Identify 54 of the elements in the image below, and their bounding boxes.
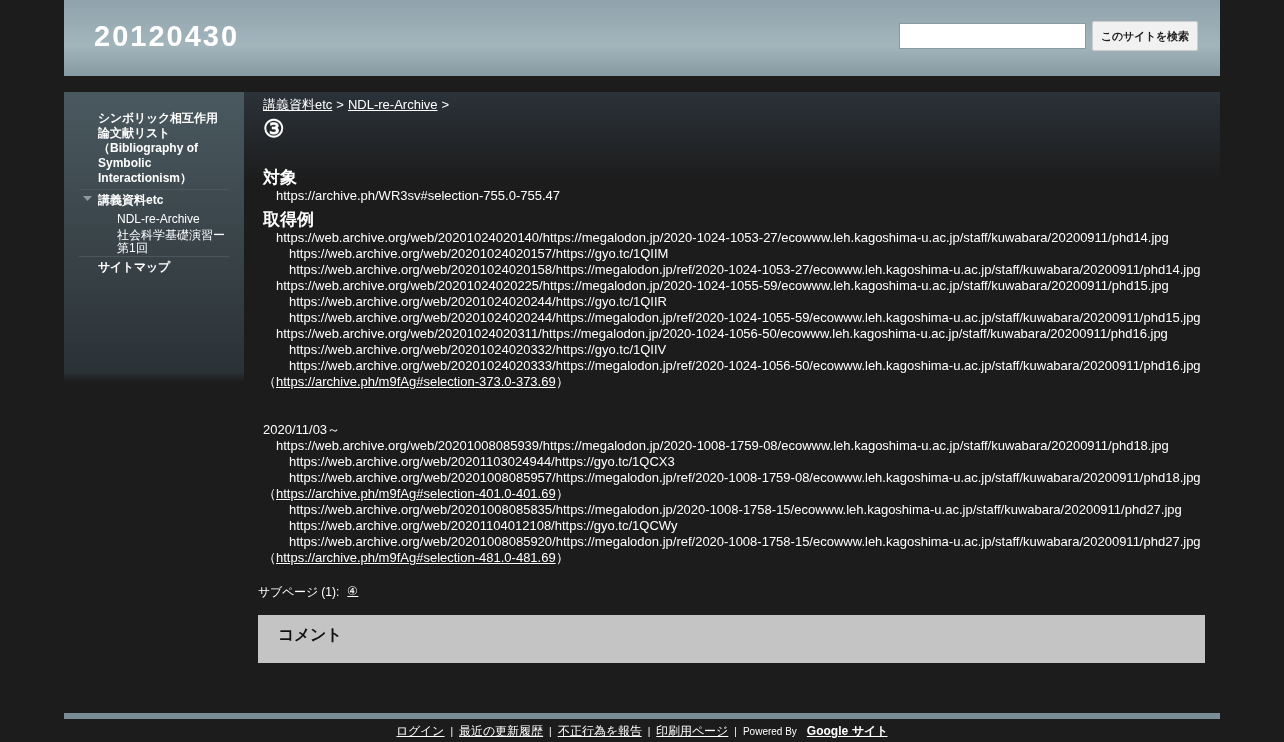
subpage-link[interactable]: ④ bbox=[347, 584, 359, 601]
url-text: https://archive.ph/WR3sv#selection-755.0-755.47 bbox=[275, 188, 561, 204]
bracket-text: （ bbox=[263, 486, 276, 501]
search-field[interactable] bbox=[899, 23, 1086, 49]
page-title: ③ bbox=[262, 114, 286, 144]
subpages-label: サブページ (1): bbox=[258, 584, 340, 601]
section-heading: 取得例 bbox=[263, 210, 315, 230]
sidebar-sublink[interactable]: 社会科学基礎演習ー第1回 bbox=[79, 227, 229, 256]
url-text: https://web.archive.org/web/20201008085939/https://megalodon.jp/2020-1008-1759-08/ecowww.leh.kagoshima-u.ac.jp/staff/kuwabara/20200911/phd18.jpg bbox=[275, 438, 1170, 454]
breadcrumb-link[interactable]: NDL-re-Archive bbox=[347, 97, 438, 112]
footer-link[interactable]: 最近の更新履歴 bbox=[459, 723, 544, 740]
date-text: 2020/11/03～ bbox=[263, 422, 342, 438]
bracket-text: ） bbox=[555, 550, 569, 565]
footer-separator: | bbox=[549, 726, 552, 737]
bracket-text: （ bbox=[263, 550, 276, 565]
url-text: https://web.archive.org/web/20201024020140/https://megalodon.jp/2020-1024-1053-27/ecowww.leh.kagoshima-u.ac.jp/staff/kuwabara/20200911/phd14.jpg bbox=[275, 230, 1170, 246]
footer-link[interactable]: 不正行為を報告 bbox=[557, 723, 642, 740]
breadcrumb-link[interactable]: 講義資料etc bbox=[263, 97, 333, 112]
url-text: https://web.archive.org/web/20201008085957/https://megalodon.jp/ref/2020-1008-1759-08/ecowww.leh.kagoshima-u.ac.jp/staff/kuwabara/20200911/phd18.jpg bbox=[288, 470, 1202, 486]
url-text: https://web.archive.org/web/20201008085920/https://megalodon.jp/ref/2020-1008-1758-15/ecowww.leh.kagoshima-u.ac.jp/staff/kuwabara/20200911/phd27.jpg bbox=[288, 534, 1202, 550]
url-text: https://web.archive.org/web/20201024020311/https://megalodon.jp/2020-1024-1056-50/ecowww.leh.kagoshima-u.ac.jp/staff/kuwabara/20200911/phd16.jpg bbox=[275, 326, 1169, 342]
sidebar-link[interactable]: サイトマップ bbox=[98, 259, 170, 278]
sidebar-link[interactable]: シンボリック相互作用論文献リスト（Bibliography of Symbolic Interactionism） bbox=[98, 110, 229, 189]
url-text: https://web.archive.org/web/20201024020225/https://megalodon.jp/2020-1024-1055-59/ecowww.leh.kagoshima-u.ac.jp/staff/kuwabara/20200911/phd15.jpg bbox=[275, 278, 1170, 294]
url-text: https://web.archive.org/web/20201024020244/https://megalodon.jp/ref/2020-1024-1055-59/ecowww.leh.kagoshima-u.ac.jp/staff/kuwabara/20200911/phd15.jpg bbox=[288, 310, 1202, 326]
url-text: https://web.archive.org/web/20201024020157/https://gyo.tc/1QIIM bbox=[288, 246, 670, 262]
breadcrumb-separator: > bbox=[336, 97, 344, 112]
google-sites-link[interactable]: Google サイト bbox=[806, 723, 888, 740]
bracket-text: （ bbox=[263, 374, 276, 389]
bracket-text: ） bbox=[555, 486, 569, 501]
footer-link[interactable]: 印刷用ページ bbox=[656, 723, 729, 740]
footer-separator: | bbox=[734, 726, 737, 737]
archive-link[interactable]: https://archive.ph/m9fAg#selection-373.0-373.69 bbox=[276, 374, 556, 389]
search-button[interactable]: このサイトを検索 bbox=[1092, 21, 1198, 51]
comments-title: コメント bbox=[278, 626, 342, 643]
url-text: https://web.archive.org/web/20201024020332/https://gyo.tc/1QIIV bbox=[288, 342, 668, 358]
footer-link[interactable]: ログイン bbox=[396, 723, 445, 740]
archive-link[interactable]: https://archive.ph/m9fAg#selection-401.0-401.69 bbox=[276, 486, 556, 501]
footer-separator: | bbox=[450, 726, 454, 737]
section-heading: 対象 bbox=[263, 168, 298, 188]
url-text: https://web.archive.org/web/20201024020158/https://megalodon.jp/ref/2020-1024-1053-27/ecowww.leh.kagoshima-u.ac.jp/staff/kuwabara/20200911/phd14.jpg bbox=[288, 262, 1202, 278]
url-text: https://web.archive.org/web/20201008085835/https://megalodon.jp/2020-1008-1758-15/ecowww.leh.kagoshima-u.ac.jp/staff/kuwabara/20200911/phd27.jpg bbox=[288, 502, 1183, 518]
sidebar-link[interactable]: 講義資料etc bbox=[98, 192, 164, 211]
powered-by-text: Powered By bbox=[742, 726, 797, 737]
expand-triangle-icon[interactable] bbox=[83, 196, 92, 202]
bracket-text: ） bbox=[555, 374, 569, 389]
url-text: https://web.archive.org/web/20201104012108/https://gyo.tc/1QCWy bbox=[288, 518, 679, 534]
url-text: https://web.archive.org/web/20201024020333/https://megalodon.jp/ref/2020-1024-1056-50/ecowww.leh.kagoshima-u.ac.jp/staff/kuwabara/20200911/phd16.jpg bbox=[288, 358, 1202, 374]
url-text: https://web.archive.org/web/20201024020244/https://gyo.tc/1QIIR bbox=[288, 294, 668, 310]
breadcrumb-separator: > bbox=[441, 97, 450, 112]
url-text: https://web.archive.org/web/20201103024944/https://gyo.tc/1QCX3 bbox=[288, 454, 676, 470]
archive-link[interactable]: https://archive.ph/m9fAg#selection-481.0-481.69 bbox=[276, 550, 556, 565]
footer-separator: | bbox=[647, 726, 651, 737]
sidebar-sublink[interactable]: NDL-re-Archive bbox=[79, 211, 229, 227]
